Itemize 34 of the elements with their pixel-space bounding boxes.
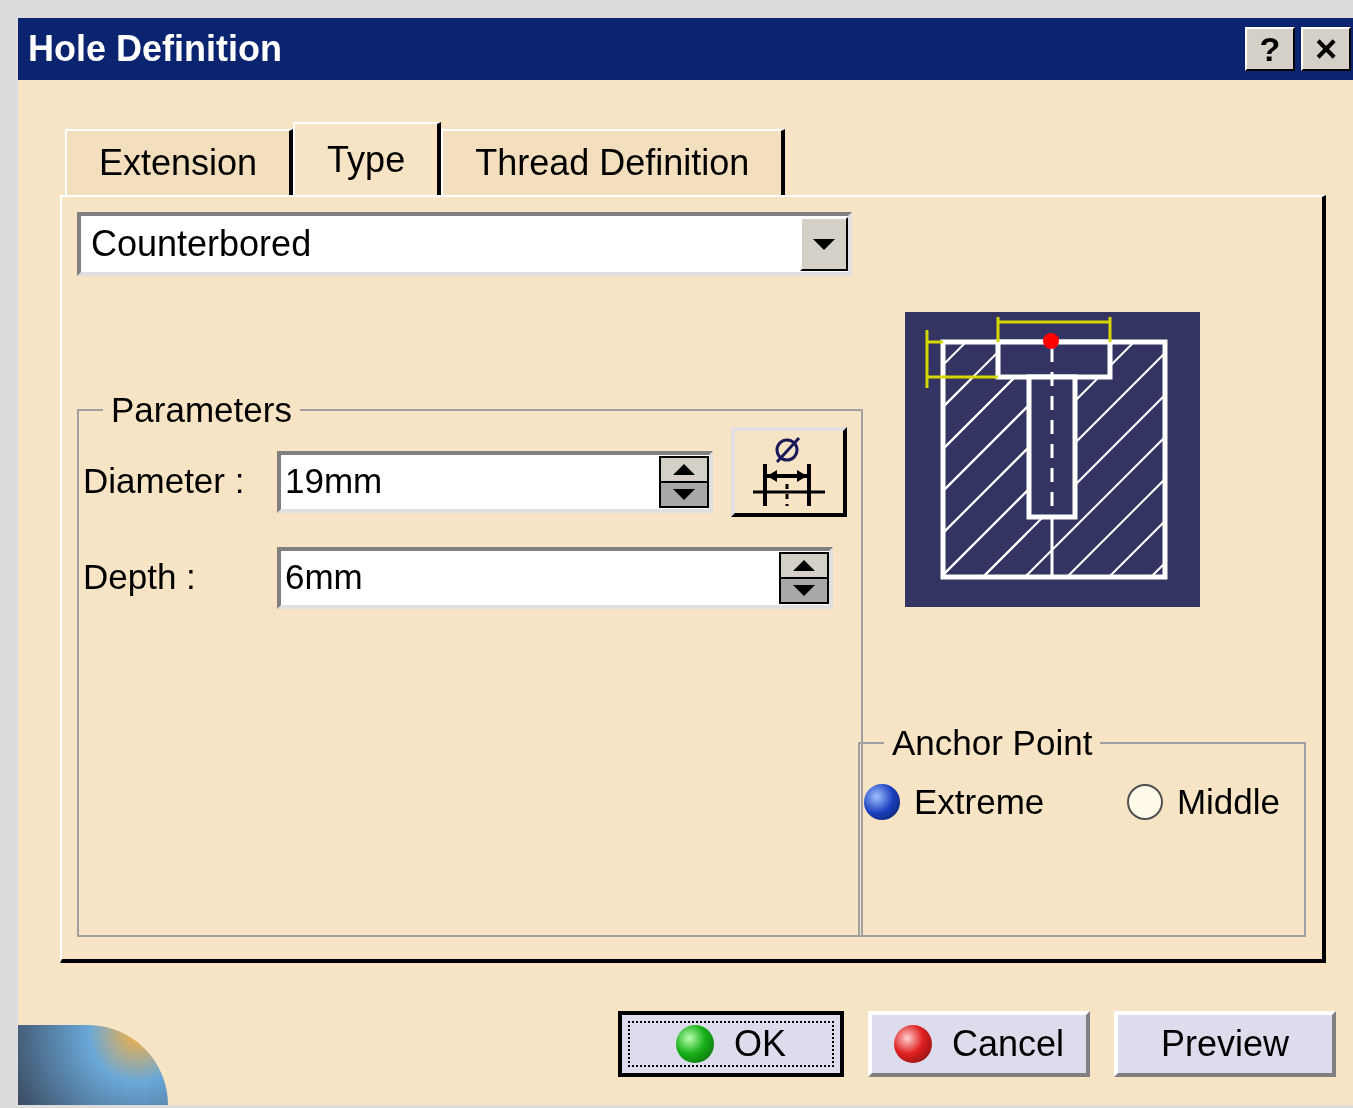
spin-down-button[interactable]	[661, 482, 707, 506]
window-title: Hole Definition	[28, 27, 282, 71]
radio-option[interactable]: Extreme	[864, 775, 1045, 828]
radio-option[interactable]: Middle	[1126, 775, 1280, 828]
tab[interactable]: Thread Definition	[441, 129, 786, 195]
caret-icon	[813, 238, 835, 250]
tab[interactable]: Extension	[65, 129, 294, 195]
dialog-button[interactable]: OK	[618, 1011, 844, 1077]
spin-field[interactable]: 19mm	[277, 450, 713, 513]
field-value: 6mm	[284, 556, 364, 599]
field-label: Diameter :	[83, 460, 246, 503]
type-dropdown[interactable]: Counterbored	[77, 212, 852, 276]
dialog-button[interactable]: Preview	[1114, 1011, 1336, 1077]
spin-field[interactable]: 6mm	[277, 546, 833, 609]
tab[interactable]: Type	[293, 122, 442, 195]
radio-button[interactable]	[864, 783, 900, 820]
dropdown-arrow-button[interactable]	[800, 217, 848, 271]
dialog-button[interactable]: Cancel	[868, 1011, 1090, 1077]
up-arrow-icon	[673, 463, 695, 475]
radio-label: Extreme	[914, 780, 1045, 823]
radio-label: Middle	[1176, 780, 1280, 823]
spin-down-button[interactable]	[781, 578, 827, 602]
radio-button[interactable]	[1126, 783, 1163, 820]
group-title: Parameters	[110, 389, 293, 431]
down-arrow-icon	[793, 584, 815, 596]
help-button[interactable]: ?	[1245, 27, 1295, 71]
group-title: Anchor Point	[891, 722, 1094, 764]
close-button[interactable]: ×	[1301, 27, 1351, 71]
dropdown-value: Counterbored	[90, 222, 313, 266]
dimension-button[interactable]	[731, 426, 847, 517]
up-arrow-icon	[793, 559, 815, 571]
field-value: 19mm	[284, 460, 384, 503]
down-arrow-icon	[673, 488, 695, 500]
field-label: Depth :	[83, 556, 197, 599]
